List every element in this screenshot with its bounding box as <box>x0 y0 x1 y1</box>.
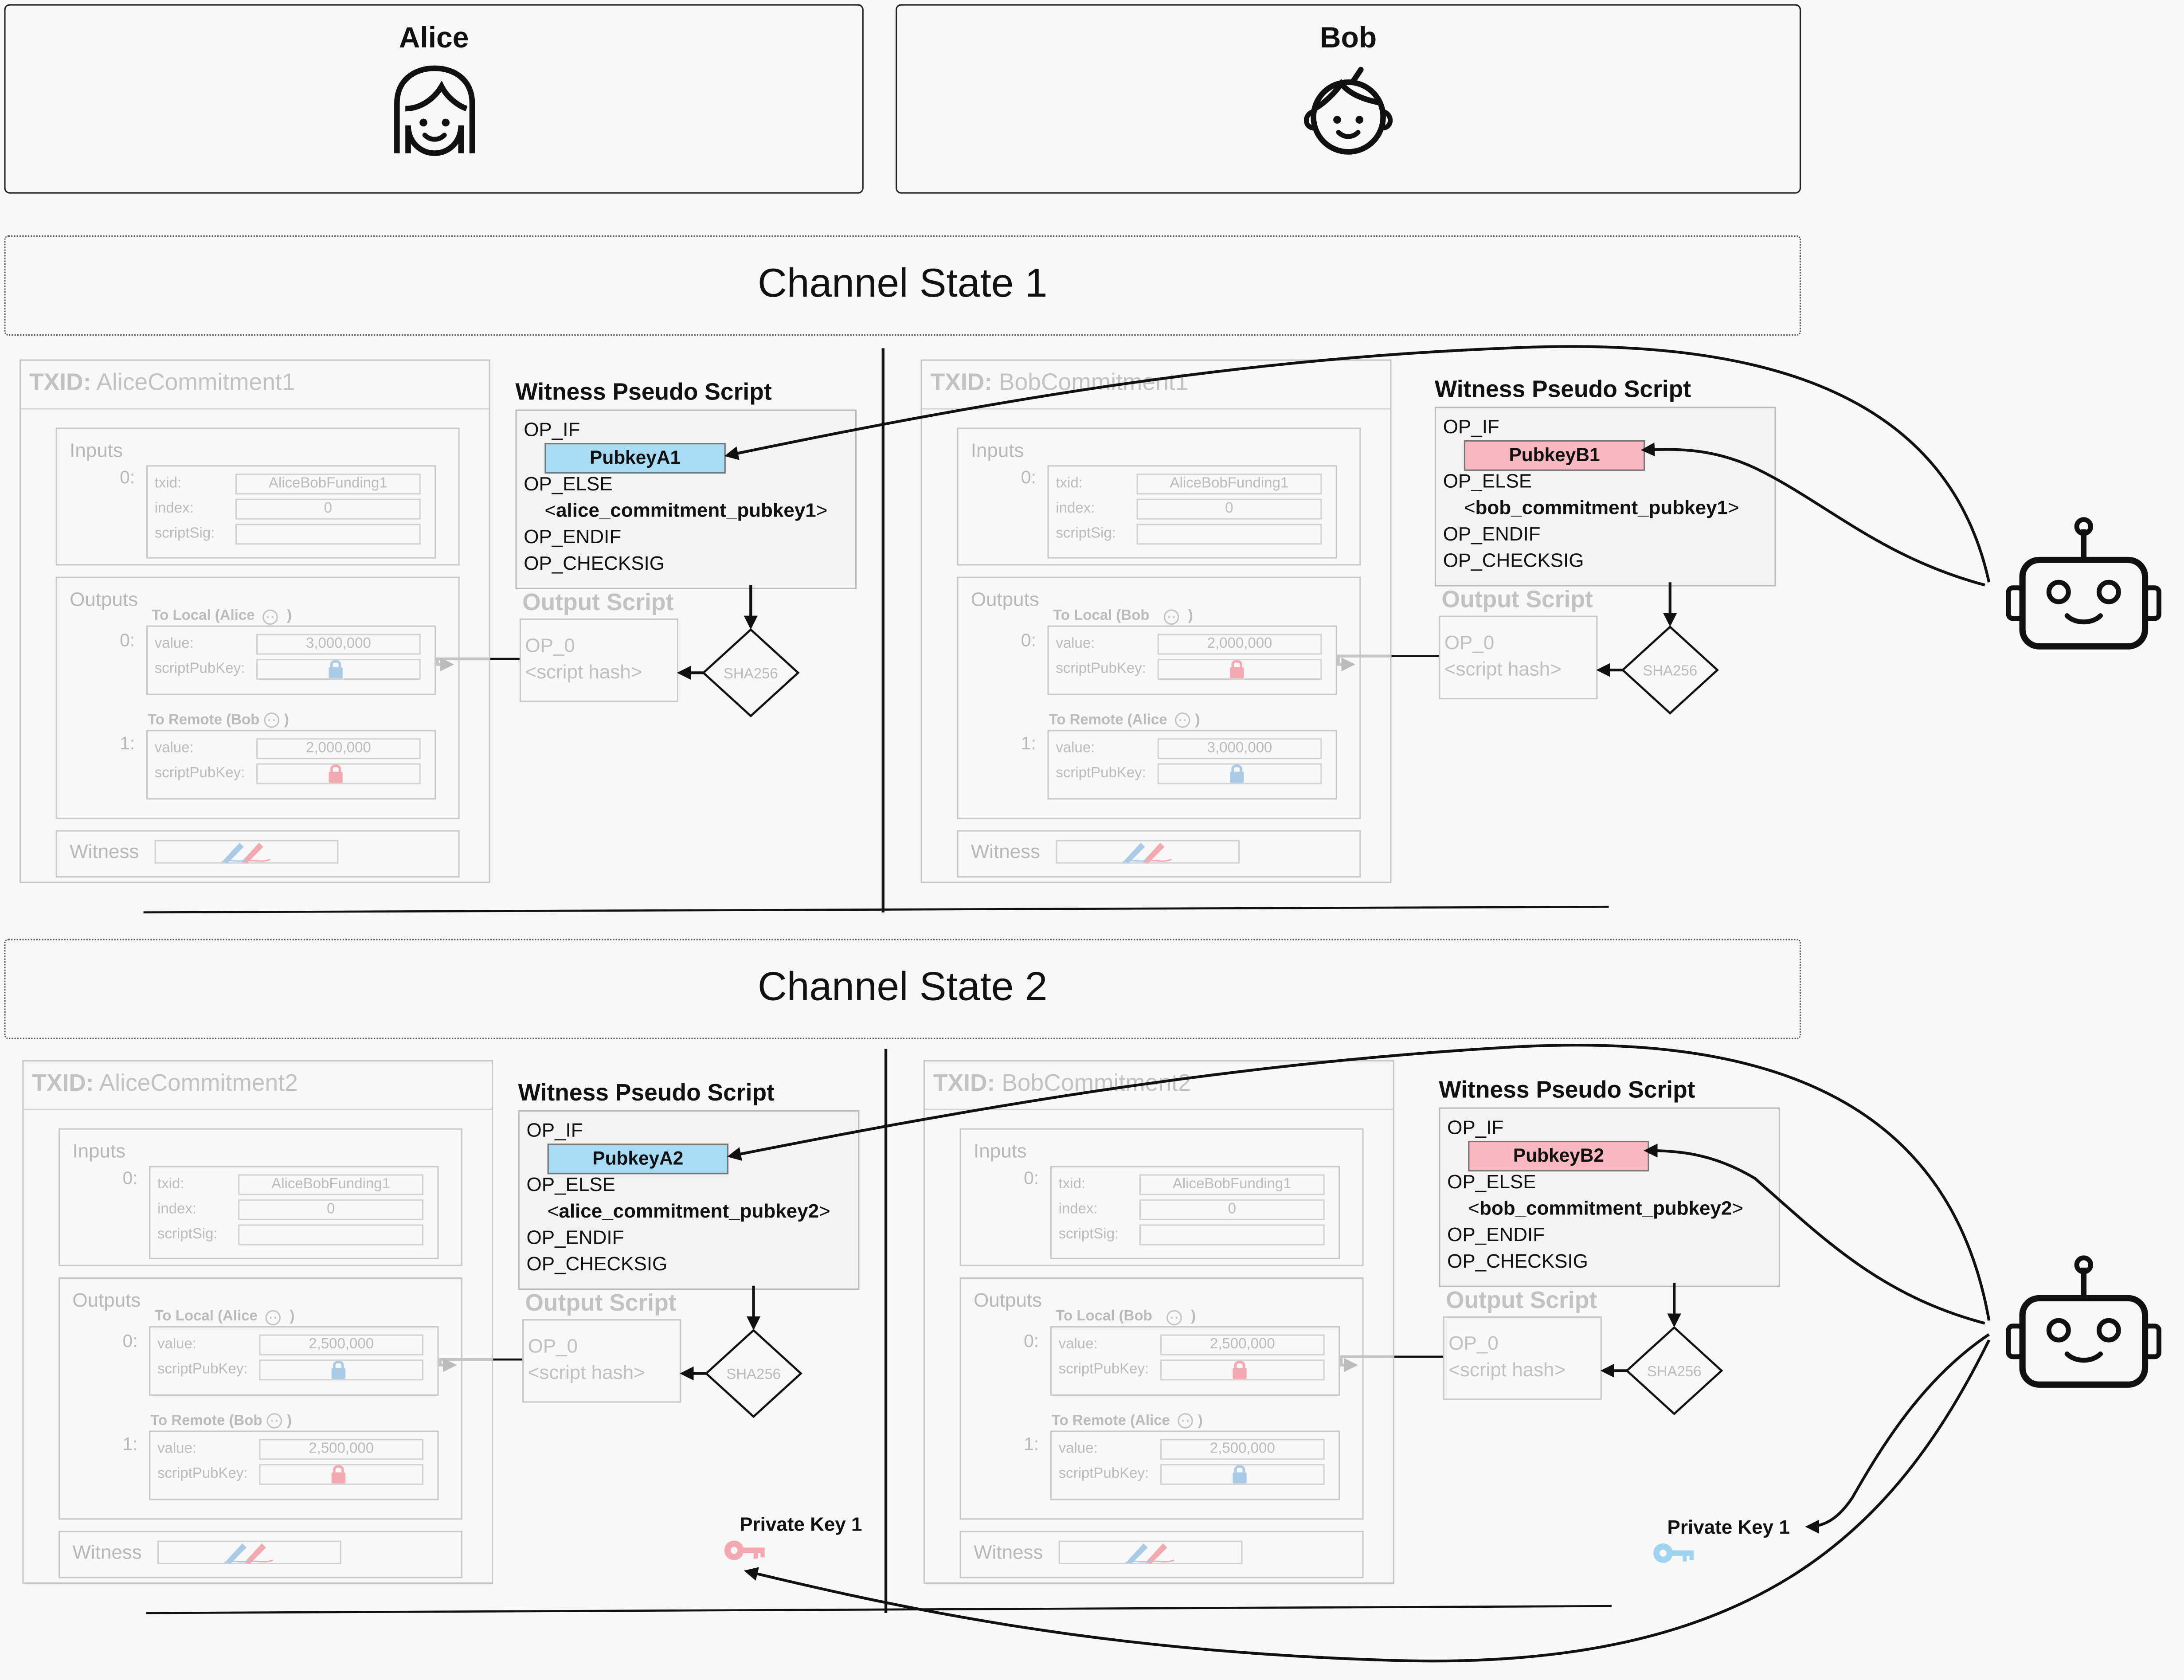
state-2-horizontal-divider <box>146 1605 1612 1614</box>
robot-to-pubkeyA1-arrow <box>724 345 1991 583</box>
robot-to-pubkeyB2-arrow <box>1644 1143 1985 1325</box>
key-icon <box>724 1540 765 1560</box>
key-icon <box>1653 1543 1694 1563</box>
robot-icon <box>2006 517 2161 650</box>
robot-icon <box>2006 1255 2161 1388</box>
robot-to-bob-private-key-arrow <box>1805 1333 1990 1534</box>
state-1-horizontal-divider <box>143 905 1609 914</box>
connector-layer <box>143 345 2161 1663</box>
diagram-canvas: Alice Bob Channel State 1 Channel State … <box>0 0 2184 1680</box>
robot-to-pubkeyA2-arrow <box>727 1044 1991 1321</box>
robot-to-pubkeyB1-arrow <box>1640 443 1985 587</box>
robot-to-alice-private-key-arrow <box>744 1339 1991 1663</box>
